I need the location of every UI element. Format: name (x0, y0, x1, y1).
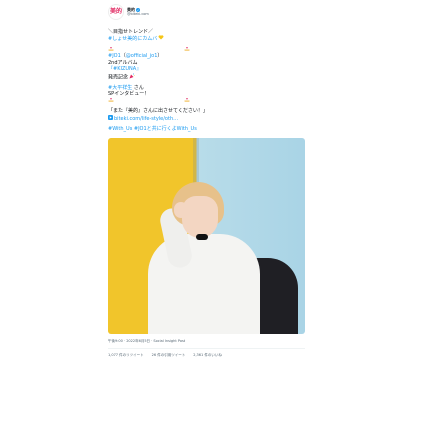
photo-shirt (148, 233, 260, 334)
like-count[interactable]: 2,361 件のいいね (193, 353, 222, 358)
tweet-photo[interactable] (108, 137, 305, 334)
tweet-line: SPインタビュー！ (108, 91, 308, 97)
photo-hand (174, 201, 188, 218)
article-link[interactable]: biteki.com/life-style/oth… (114, 116, 178, 122)
hashtag-link[interactable]: #しょせ美的にカムバ (108, 37, 157, 43)
hashtag-link[interactable]: #With_Us #JO1と共に行くよWith_Us (108, 126, 197, 132)
tweet-text: ＼目指せトレンド／ #しょせ美的にカムバ #JO1（@official_jo1） 2n… (108, 29, 308, 133)
line-text: ） (157, 53, 163, 60)
avatar[interactable]: 美的 (108, 4, 124, 20)
line-text: ＼目指せトレンド／ (108, 29, 154, 35)
tweet-line: biteki.com/life-style/oth… (108, 114, 308, 123)
line-text: 「また『美的』さんに出させてください！」 (108, 108, 208, 115)
tweet-timestamp[interactable]: 午後9:00 · 2022年6月5日 · Social Insight Post (108, 339, 308, 344)
author-info: 美的 @biteki.com (127, 7, 149, 17)
tweet-line: 発売記念 (108, 73, 308, 81)
tweet-line: #しょせ美的にカムバ (108, 35, 308, 43)
hashtag-link[interactable]: #JO1 (108, 53, 121, 59)
cake-icon (184, 97, 190, 105)
photo-face (182, 195, 218, 238)
party-popper-icon (128, 73, 135, 81)
avatar-logo: 美的 (109, 8, 122, 15)
tweet-stats: 1,077 件のリツイート 26 件の引用ツイート 2,361 件のいいね (108, 353, 308, 358)
line-text: 2ndアルバム (108, 59, 138, 66)
photo-bow (196, 233, 208, 240)
tweet-line: #With_Us #JO1と共に行くよWith_Us (108, 126, 308, 132)
hashtag-link[interactable]: 『#KIZUNA』 (108, 66, 141, 72)
cake-icon (184, 46, 190, 54)
tweet-card: 美的 美的 @biteki.com ＼目指せトレンド／ #しょせ美的にカムバ #JO… (108, 4, 308, 358)
tweet-header: 美的 美的 @biteki.com (108, 4, 308, 20)
yellow-heart-icon (157, 35, 164, 42)
quote-count[interactable]: 26 件の引用ツイート (152, 353, 186, 358)
line-text: 発売記念 (108, 74, 129, 81)
user-handle[interactable]: @biteki.com (127, 12, 149, 17)
retweet-count[interactable]: 1,077 件のリツイート (108, 353, 144, 358)
divider (108, 347, 305, 349)
line-text: SPインタビュー！ (108, 91, 150, 98)
mention-link[interactable]: @official_jo1 (126, 53, 158, 59)
cake-icon (108, 97, 114, 105)
